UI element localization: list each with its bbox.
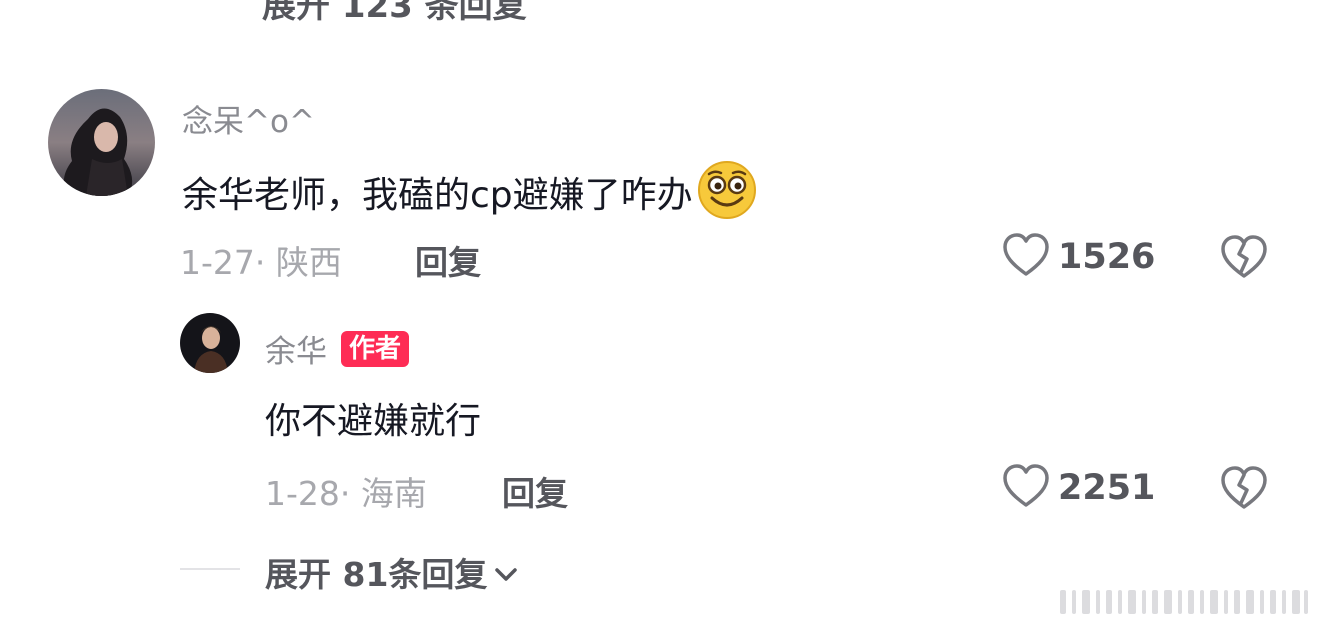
chevron-down-icon xyxy=(493,553,519,592)
broken-heart-icon[interactable] xyxy=(1220,465,1268,515)
broken-heart-icon[interactable] xyxy=(1220,234,1268,284)
reply-like-button[interactable]: 2251 xyxy=(1002,463,1155,513)
reply-author-username[interactable]: 余华 xyxy=(265,326,327,371)
comment-text: 余华老师，我磕的cp避嫌了咋办 xyxy=(182,175,693,216)
comment-date-location: 1-27· 陕西 xyxy=(180,243,342,282)
reply-like-count: 2251 xyxy=(1058,468,1156,508)
reply-text: 你不避嫌就行 xyxy=(265,401,482,442)
comment-like-button[interactable]: 1526 xyxy=(1002,232,1155,282)
author-badge: 作者 xyxy=(341,330,410,367)
reply-reply-button[interactable]: 回复 xyxy=(502,467,568,515)
expand-replies-button[interactable]: 展开 81条回复 xyxy=(265,548,519,596)
expand-divider xyxy=(180,568,240,570)
watermark-barcode xyxy=(1060,588,1310,620)
heart-icon xyxy=(1002,232,1050,282)
comment-like-count: 1526 xyxy=(1058,237,1156,277)
commenter-avatar[interactable] xyxy=(48,89,155,196)
comment-reply-button[interactable]: 回复 xyxy=(415,236,481,284)
previous-expand-replies[interactable]: 展开 123 条回复 xyxy=(262,0,527,27)
expand-replies-label: 展开 81条回复 xyxy=(265,555,488,594)
reply-author-avatar[interactable] xyxy=(180,313,240,373)
commenter-username[interactable]: 念呆^o^ xyxy=(182,96,315,141)
grinning-face-icon xyxy=(697,160,757,224)
heart-icon xyxy=(1002,463,1050,513)
reply-date-location: 1-28· 海南 xyxy=(265,474,427,513)
